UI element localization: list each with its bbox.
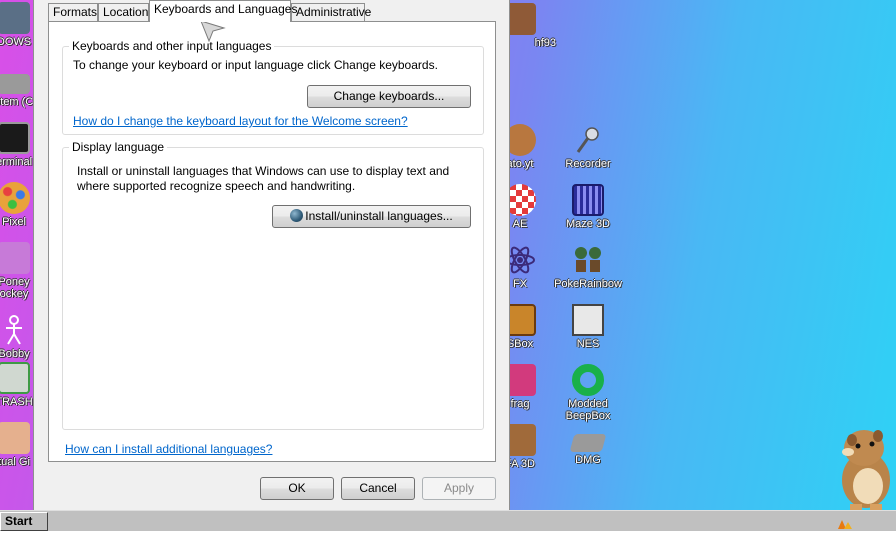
display-language-group: Display language Install or uninstall la… — [62, 140, 484, 430]
system-tray — [832, 512, 896, 531]
taskbar: Start — [0, 510, 896, 531]
ok-button[interactable]: OK — [260, 477, 334, 500]
drive-icon — [0, 74, 30, 94]
cancel-button[interactable]: Cancel — [341, 477, 415, 500]
desktop-icon-recorder[interactable]: Recorder — [552, 124, 624, 170]
mouse-cursor-icon — [200, 20, 226, 43]
desktop-icon-pokerainbow[interactable]: PokeRainbow — [552, 244, 624, 290]
terminal-icon — [0, 122, 30, 154]
keyboards-group-title: Keyboards and other input languages — [69, 39, 275, 53]
display-language-description-line2: where supported recognize speech and han… — [77, 179, 356, 193]
install-uninstall-languages-label: Install/uninstall languages... — [305, 209, 453, 223]
nes-console-icon — [572, 304, 604, 336]
keyboard-layout-help-link[interactable]: How do I change the keyboard layout for … — [73, 114, 408, 128]
start-button[interactable]: Start — [0, 512, 48, 531]
tab-keyboards-and-languages[interactable]: Keyboards and Languages — [149, 0, 297, 22]
stick-figure-icon — [0, 314, 30, 346]
desktop-icon-dmg[interactable]: DMG — [552, 424, 624, 466]
desktop-icon-maze-3d[interactable]: Maze 3D — [552, 184, 624, 230]
apply-button[interactable]: Apply — [422, 477, 496, 500]
keyboards-group: Keyboards and other input languages To c… — [62, 39, 484, 135]
disk-image-icon — [569, 434, 607, 452]
globe-icon — [290, 209, 304, 222]
display-language-group-title: Display language — [69, 140, 168, 154]
tab-panel: Keyboards and other input languages To c… — [48, 21, 496, 462]
recycle-bin-icon — [0, 362, 30, 394]
tab-formats[interactable]: Formats — [48, 3, 98, 21]
tab-administrative[interactable]: Administrative — [291, 3, 371, 21]
change-keyboards-button[interactable]: Change keyboards... — [307, 85, 471, 108]
region-language-dialog: Formats Location Keyboards and Languages… — [33, 0, 510, 511]
portrait-icon — [0, 422, 30, 454]
pony-icon — [0, 242, 30, 274]
hamster-mascot-icon[interactable] — [830, 424, 896, 510]
keyboards-description: To change your keyboard or input languag… — [73, 58, 438, 72]
beepbox-ring-icon — [572, 364, 604, 396]
pokemon-trainers-icon — [572, 244, 604, 276]
windows-app-icon — [0, 2, 30, 34]
tab-location[interactable]: Location — [98, 3, 149, 21]
microphone-icon — [572, 124, 604, 156]
display-language-description-line1: Install or uninstall languages that Wind… — [77, 164, 450, 178]
desktop-icon-nes[interactable]: NES — [552, 304, 624, 350]
maze-icon — [572, 184, 604, 216]
install-additional-languages-link[interactable]: How can I install additional languages? — [65, 442, 272, 456]
palette-icon — [0, 182, 30, 214]
desktop-icon-modded-beepbox[interactable]: Modded BeepBox — [552, 364, 624, 422]
install-uninstall-languages-button[interactable]: Install/uninstall languages... — [272, 205, 471, 228]
